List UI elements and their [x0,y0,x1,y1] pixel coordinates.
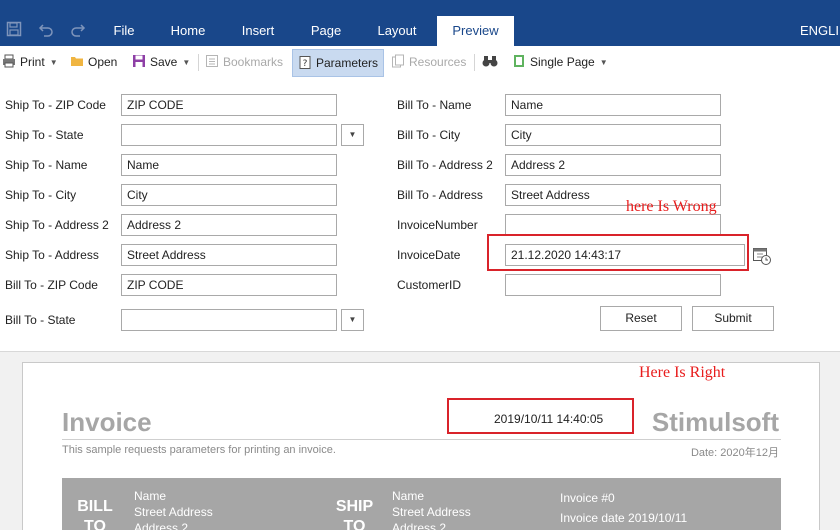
bill-to-name-input[interactable]: Name [505,94,721,116]
ship-to-address-input[interactable]: Street Address [121,244,337,266]
resources-icon [391,53,405,68]
bill-to-address2-input[interactable]: Address 2 [505,154,721,176]
invoice-number-label: InvoiceNumber [397,218,478,232]
parameters-panel: Ship To - ZIP Code ZIP CODE Ship To - St… [0,80,840,352]
binoculars-icon [482,53,498,67]
customer-id-input[interactable] [505,274,721,296]
report-page: Invoice Stimulsoft This sample requests … [22,362,820,530]
preview-toolbar: Print ▼ Open Save ▼ Bookmarks ? Parameters … [0,46,840,78]
print-label: Print [20,55,45,69]
ribbon: File Home Insert Page Layout Preview ENG… [0,0,840,46]
bill-to-zip-input[interactable]: ZIP CODE [121,274,337,296]
invoice-number-text: Invoice #0 [560,491,615,505]
report-date: Date: 2020年12月 [690,447,779,459]
bill-to-state-dropdown-button[interactable]: ▼ [341,309,364,331]
bill-to-address2-label: Bill To - Address 2 [397,158,493,172]
right-highlight-box [447,398,634,434]
bookmarks-label: Bookmarks [223,55,284,69]
invoice-date-text: Invoice date 2019/10/11 [560,511,688,525]
view-mode-dropdown[interactable]: Single Page ▼ [512,51,608,73]
bookmarks-button[interactable]: Bookmarks [205,51,283,73]
brand-name: Stimulsoft [651,407,779,437]
tab-layout[interactable]: Layout [368,16,426,46]
bill-to-address-label: Bill To - Address [397,188,483,202]
save-label: Save [150,55,178,69]
tab-insert[interactable]: Insert [233,16,283,46]
bill-to-city-input[interactable]: City [505,124,721,146]
bill-to-state-input[interactable] [121,309,337,331]
tab-home[interactable]: Home [163,16,213,46]
ship-to-zip-label: Ship To - ZIP Code [5,98,106,112]
ship-to-heading-2: TO [343,518,366,530]
invoice-date-label: InvoiceDate [397,248,461,262]
tab-page[interactable]: Page [302,16,350,46]
bill-to-heading-1: BILL [77,498,113,515]
bill-to-line: Name [134,489,167,503]
reset-button[interactable]: Reset [600,306,682,331]
ship-to-address2-input[interactable]: Address 2 [121,214,337,236]
wrong-highlight-box [487,234,749,271]
ship-to-address2-label: Ship To - Address 2 [5,218,109,232]
invoice-title: Invoice [62,407,152,437]
open-button[interactable]: Open [70,51,117,73]
save-icon[interactable] [5,21,23,39]
tab-preview[interactable]: Preview [437,16,514,46]
tab-file[interactable]: File [104,16,144,46]
parameters-icon: ? [298,52,312,69]
view-mode-label: Single Page [530,55,595,69]
bookmarks-icon [205,53,219,67]
ship-to-line: Name [392,489,425,503]
find-button[interactable] [482,51,500,73]
ship-to-zip-input[interactable]: ZIP CODE [121,94,337,116]
resources-label: Resources [409,55,467,69]
chevron-down-icon: ▼ [182,58,191,67]
bill-to-heading-2: TO [84,518,106,530]
header-divider [62,439,781,440]
ship-to-state-input[interactable] [121,124,337,146]
resources-button[interactable]: Resources [391,51,466,73]
calendar-clock-icon[interactable] [752,246,772,266]
ship-to-line: Address 2 [392,521,447,530]
wrong-annotation: here Is Wrong [626,198,717,215]
bill-to-state-label: Bill To - State [5,313,76,327]
undo-icon[interactable] [37,21,55,39]
bill-to-line: Street Address [134,505,213,519]
redo-icon[interactable] [69,21,87,39]
ship-to-state-label: Ship To - State [5,128,84,142]
parameters-label: Parameters [316,56,379,70]
report-subtitle: This sample requests parameters for prin… [62,444,336,456]
chevron-down-icon: ▼ [599,58,608,67]
bill-to-city-label: Bill To - City [397,128,461,142]
language-selector[interactable]: ENGLI [800,16,840,46]
ship-to-name-input[interactable]: Name [121,154,337,176]
print-button[interactable]: Print ▼ [2,51,58,73]
floppy-icon [132,53,146,67]
right-annotation: Here Is Right [639,364,726,381]
ship-to-name-label: Ship To - Name [5,158,88,172]
address-band: BILL TO Name Street Address Address 2 SH… [62,478,781,530]
ship-to-city-label: Ship To - City [5,188,77,202]
customer-id-label: CustomerID [397,278,462,292]
ship-to-state-dropdown-button[interactable]: ▼ [341,124,364,146]
svg-text:?: ? [303,59,308,69]
parameters-button[interactable]: ? Parameters [292,49,385,77]
bill-to-zip-label: Bill To - ZIP Code [5,278,98,292]
ship-to-heading-1: SHIP [335,498,374,515]
save-button[interactable]: Save ▼ [132,51,190,73]
toolbar-divider [198,54,199,71]
chevron-down-icon: ▼ [49,58,58,67]
ship-to-line: Street Address [392,505,471,519]
ship-to-address-label: Ship To - Address [5,248,99,262]
folder-icon [70,53,84,67]
printer-icon [2,53,16,68]
single-page-icon [512,53,526,67]
toolbar-divider [474,54,475,71]
ship-to-city-input[interactable]: City [121,184,337,206]
bill-to-name-label: Bill To - Name [397,98,472,112]
submit-button[interactable]: Submit [692,306,774,331]
open-label: Open [88,55,118,69]
bill-to-line: Address 2 [134,521,189,530]
invoice-number-input[interactable] [505,214,721,236]
